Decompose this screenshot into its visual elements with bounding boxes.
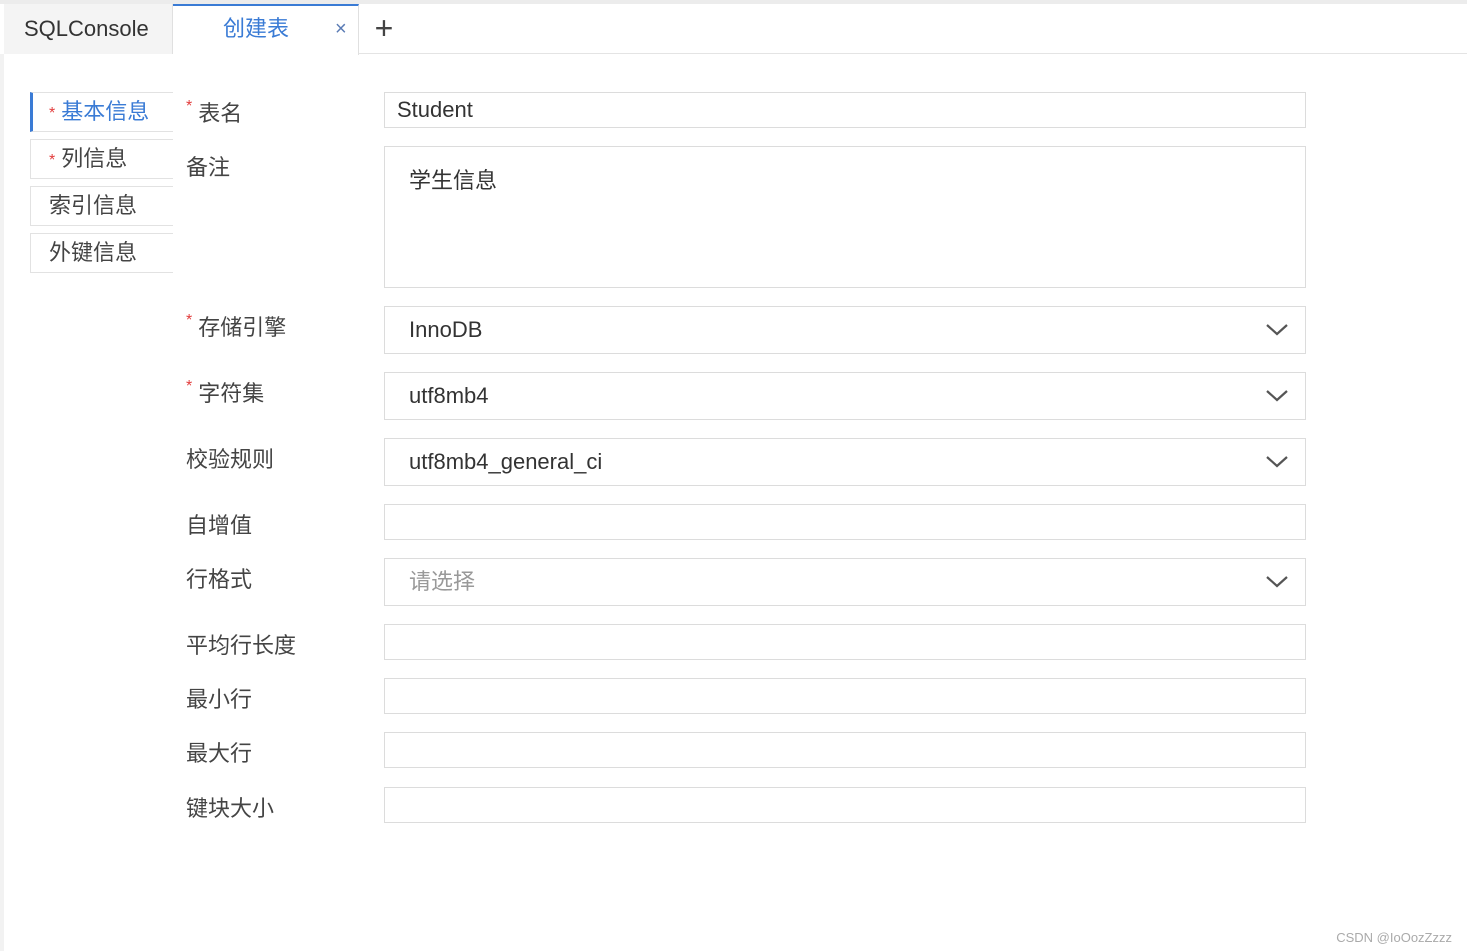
engine-label-text: 存储引擎 [198,315,287,340]
comment-label: 备注 [186,155,231,180]
engine-select[interactable]: InnoDB [384,306,1306,354]
key-block-size-input[interactable] [384,787,1306,823]
tab-create-table-label: 创建表 [223,16,290,41]
charset-select[interactable]: utf8mb4 [384,372,1306,420]
sidebar-item-basic-info[interactable]: * 基本信息 [30,92,173,132]
tab-sqlconsole[interactable]: SQLConsole [4,4,173,54]
sidebar-item-label: 索引信息 [49,193,138,218]
row-format-label: 行格式 [186,567,253,592]
min-rows-label: 最小行 [186,687,253,712]
charset-select-value: utf8mb4 [409,383,489,408]
comment-textarea[interactable]: 学生信息 [384,146,1306,288]
charset-label: * 字符集 [186,376,264,408]
close-icon[interactable]: × [335,4,347,54]
left-edge [0,54,4,951]
engine-select-value: InnoDB [409,317,483,342]
charset-label-text: 字符集 [198,381,265,406]
sidebar-item-column-info[interactable]: * 列信息 [30,139,173,179]
max-rows-label: 最大行 [186,741,253,766]
watermark: CSDN @IoOozZzzz [1336,930,1452,945]
required-mark: * [49,152,56,169]
chevron-down-icon [1266,324,1288,336]
key-block-size-label: 键块大小 [186,796,275,821]
sidebar-item-foreign-key-info[interactable]: 外键信息 [30,233,173,273]
collation-label: 校验规则 [186,447,275,472]
tab-bar: SQLConsole 创建表 × + [4,4,1467,55]
engine-label: * 存储引擎 [186,310,286,342]
sidebar-item-label: 外键信息 [49,240,138,265]
sidebar-item-index-info[interactable]: 索引信息 [30,186,173,226]
add-tab-icon[interactable]: + [366,4,402,54]
min-rows-input[interactable] [384,678,1306,714]
tab-create-table[interactable]: 创建表 × [173,4,359,55]
auto-increment-input[interactable] [384,504,1306,540]
table-name-label: * 表名 [186,96,242,128]
required-mark: * [186,312,193,329]
chevron-down-icon [1266,456,1288,468]
row-format-select[interactable]: 请选择 [384,558,1306,606]
table-name-label-text: 表名 [198,101,243,126]
chevron-down-icon [1266,390,1288,402]
table-name-input[interactable]: Student [384,92,1306,128]
avg-row-length-input[interactable] [384,624,1306,660]
avg-row-length-label: 平均行长度 [186,633,297,658]
auto-increment-label: 自增值 [186,513,253,538]
collation-select-value: utf8mb4_general_ci [409,449,603,474]
collation-select[interactable]: utf8mb4_general_ci [384,438,1306,486]
required-mark: * [186,378,193,395]
required-mark: * [49,105,56,122]
row-format-placeholder: 请选择 [409,569,476,594]
chevron-down-icon [1266,576,1288,588]
required-mark: * [186,98,193,115]
sidebar-item-label: 列信息 [61,146,128,171]
max-rows-input[interactable] [384,732,1306,768]
sidebar-item-label: 基本信息 [61,99,150,124]
